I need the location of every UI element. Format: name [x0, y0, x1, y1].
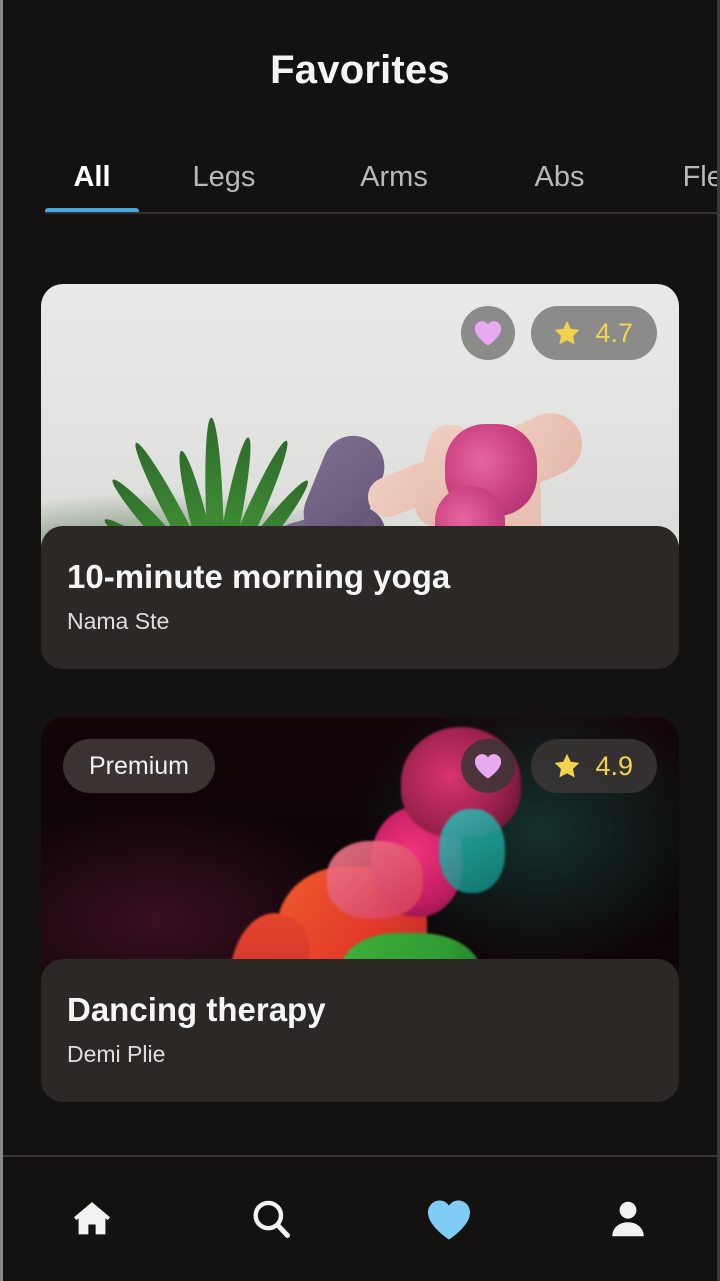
nav-item-search[interactable]	[182, 1157, 361, 1281]
card-image-dance: Premium 4.9	[41, 717, 679, 999]
workout-card[interactable]: Premium 4.9 Dancing therapy Demi Plie	[41, 717, 679, 1102]
heart-icon	[428, 1200, 471, 1239]
tab-label: Flex	[682, 160, 717, 193]
person-icon	[612, 1201, 644, 1237]
workout-card[interactable]: 4.7 10-minute morning yoga Nama Ste	[41, 284, 679, 669]
rating-value: 4.9	[595, 750, 633, 781]
card-title: 10-minute morning yoga	[67, 558, 451, 595]
tab-label: Abs	[534, 160, 585, 193]
card-text-panel: 10-minute morning yoga Nama Ste	[41, 526, 679, 669]
heart-icon	[475, 321, 502, 346]
card-badges[interactable]: Premium 4.9	[63, 739, 657, 793]
tab-label: Legs	[192, 160, 256, 193]
tab-abs[interactable]: Abs	[479, 140, 640, 214]
tab-all[interactable]: All	[45, 140, 139, 214]
heart-icon	[475, 754, 502, 779]
tab-label: Arms	[360, 160, 428, 193]
category-tabs[interactable]: All Legs Arms Abs Flex	[3, 140, 717, 232]
nav-item-home[interactable]	[3, 1157, 182, 1281]
card-title: Dancing therapy	[67, 991, 326, 1028]
app-header: Favorites	[3, 0, 717, 140]
premium-label: Premium	[89, 751, 190, 780]
card-badges[interactable]: 4.7	[63, 306, 657, 360]
favorites-list[interactable]: 4.7 10-minute morning yoga Nama Ste Prem…	[3, 232, 717, 1102]
tab-arms[interactable]: Arms	[309, 140, 479, 214]
premium-badge: Premium	[63, 739, 216, 793]
card-subtitle: Nama Ste	[67, 608, 170, 634]
favorite-heart-button[interactable]	[461, 306, 516, 360]
rating-value: 4.7	[595, 317, 633, 348]
rating-badge: 4.7	[531, 306, 657, 360]
tab-legs[interactable]: Legs	[139, 140, 309, 214]
tab-strip[interactable]: All Legs Arms Abs Flex	[3, 140, 717, 214]
favorite-heart-button[interactable]	[461, 739, 516, 793]
tab-flex[interactable]: Flex	[640, 140, 717, 214]
tab-divider	[45, 212, 717, 214]
page-title: Favorites	[270, 47, 450, 92]
tab-label: All	[73, 160, 111, 193]
home-icon	[74, 1202, 111, 1235]
rating-badge: 4.9	[531, 739, 657, 793]
card-image-yoga: 4.7	[41, 284, 679, 566]
star-icon	[555, 320, 580, 344]
card-text-panel: Dancing therapy Demi Plie	[41, 959, 679, 1102]
card-subtitle: Demi Plie	[67, 1041, 166, 1067]
nav-item-profile[interactable]	[539, 1157, 718, 1281]
star-icon	[555, 753, 580, 777]
bottom-navigation[interactable]	[3, 1155, 717, 1281]
search-icon	[253, 1200, 290, 1238]
app-screen: Favorites All Legs Arms Abs Flex	[0, 0, 720, 1281]
nav-item-favorites[interactable]	[360, 1157, 539, 1281]
